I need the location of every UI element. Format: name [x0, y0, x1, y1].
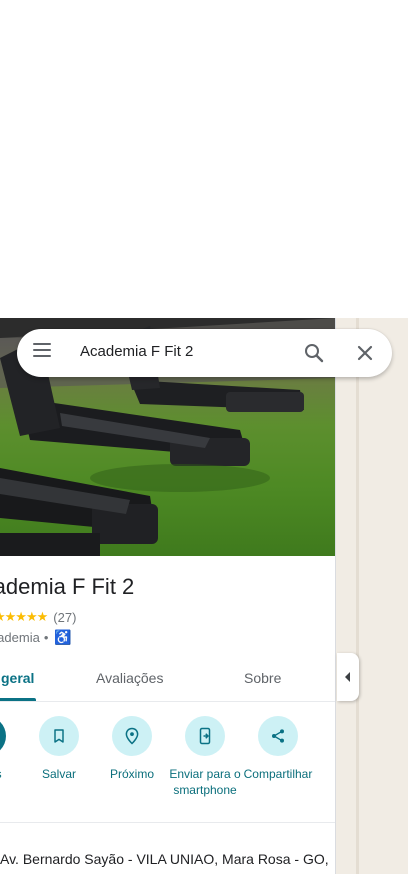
save-button[interactable]: Salvar — [19, 716, 99, 782]
tab-overview[interactable]: Visão geral — [0, 670, 34, 686]
close-icon[interactable] — [353, 341, 377, 365]
section-divider — [0, 822, 335, 823]
action-label: Próximo — [109, 767, 154, 781]
map-area[interactable] — [336, 318, 408, 874]
rating-count: (27) — [53, 609, 77, 625]
tab-reviews[interactable]: Avaliações — [96, 670, 163, 686]
directions-icon — [0, 716, 6, 756]
active-tab-indicator — [0, 698, 36, 701]
search-icon[interactable] — [302, 341, 326, 365]
rating-row[interactable]: ★★★★★ (27) — [0, 609, 76, 625]
star-rating-icon: ★★★★★ — [0, 609, 48, 624]
wheelchair-accessible-icon: ♿ — [54, 629, 72, 645]
place-category[interactable]: Academia — [0, 630, 40, 645]
action-label: Enviar para o smartphone — [169, 767, 241, 797]
address-text: Av. Bernardo Sayão - VILA UNIAO, Mara Ro… — [0, 851, 329, 874]
address-row[interactable]: Av. Bernardo Sayão - VILA UNIAO, Mara Ro… — [0, 848, 330, 874]
action-label: Compartilhar — [243, 767, 313, 781]
category-row: Academia • ♿ — [0, 629, 72, 646]
tab-about[interactable]: Sobre — [244, 670, 281, 686]
action-label: Salvar — [41, 767, 76, 781]
place-panel: Academia F Fit 2 ★★★★★ (27) Academia • ♿… — [0, 318, 336, 874]
maps-screen: Academia F Fit 2 ★★★★★ (27) Academia • ♿… — [0, 0, 408, 874]
nearby-button[interactable]: Próximo — [92, 716, 172, 782]
caret-left-icon — [345, 672, 350, 682]
collapse-panel-button[interactable] — [337, 653, 359, 701]
map-road — [356, 318, 359, 874]
category-separator: • — [43, 630, 49, 645]
place-title: Academia F Fit 2 — [0, 574, 135, 599]
bookmark-icon — [39, 716, 79, 756]
search-query[interactable]: Academia F Fit 2 — [80, 343, 193, 360]
send-to-phone-icon — [185, 716, 225, 756]
nearby-icon — [112, 716, 152, 756]
search-box[interactable]: Academia F Fit 2 — [17, 329, 392, 377]
place-tabs: Visão geral Avaliações Sobre — [0, 658, 335, 702]
hamburger-menu-icon[interactable] — [33, 343, 55, 363]
share-icon — [258, 716, 298, 756]
share-button[interactable]: Compartilhar — [238, 716, 318, 782]
send-to-phone-button[interactable]: Enviar para o smartphone — [165, 716, 245, 798]
